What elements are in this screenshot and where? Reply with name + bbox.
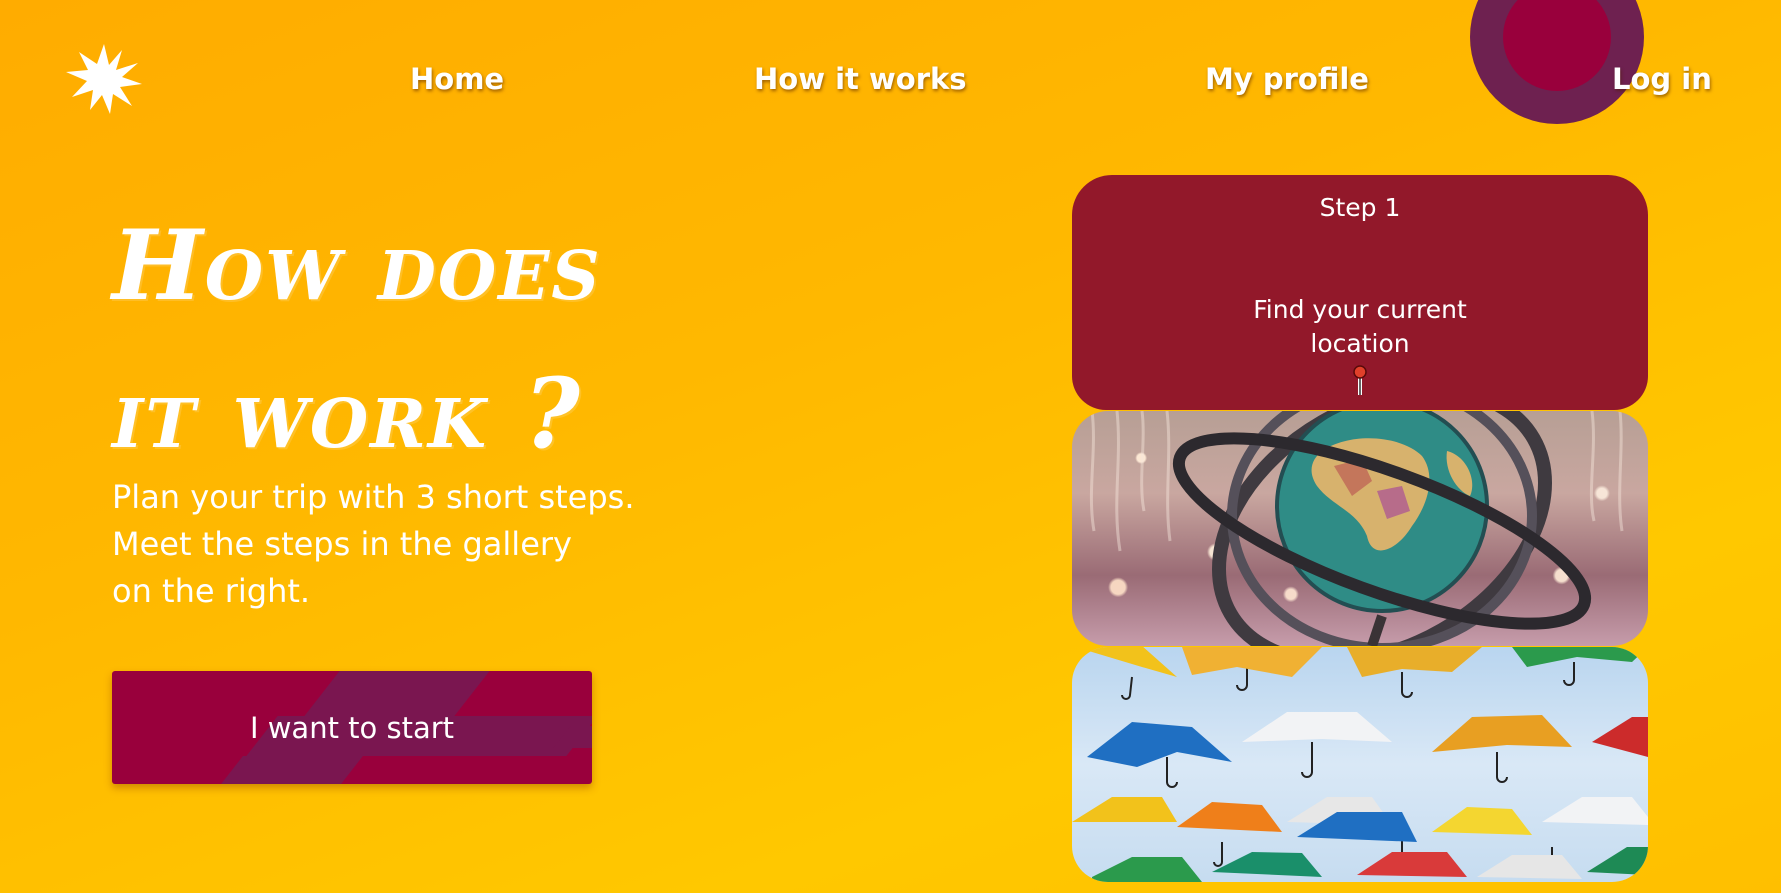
hero-description: Plan your trip with 3 short steps. Meet …: [112, 474, 635, 615]
sun-star-icon[interactable]: [66, 44, 142, 114]
nav-how-it-works-link[interactable]: How it works: [754, 62, 967, 96]
globe-illustration: [1089, 411, 1624, 646]
page-title: How does it work ?: [112, 192, 602, 488]
map-pin-icon: [1353, 365, 1367, 395]
hero-description-line-2: Meet the steps in the gallery: [112, 525, 572, 563]
globe-photo[interactable]: [1072, 411, 1648, 646]
page-title-line-1: How does: [112, 209, 602, 322]
step-card[interactable]: Step 1 Find your current location: [1072, 175, 1648, 410]
page-title-line-2: it work ?: [112, 357, 582, 470]
page: Home How it works My profile Log in How …: [0, 0, 1781, 893]
hero-description-line-3: on the right.: [112, 572, 311, 610]
hero-description-line-1: Plan your trip with 3 short steps.: [112, 478, 635, 516]
umbrellas-illustration: [1072, 647, 1648, 882]
nav-my-profile-link[interactable]: My profile: [1205, 62, 1369, 96]
umbrellas-photo[interactable]: [1072, 647, 1648, 882]
nav-log-in-link[interactable]: Log in: [1612, 62, 1712, 96]
button-stripe: [304, 671, 490, 716]
start-button[interactable]: I want to start: [112, 671, 592, 784]
start-button-label: I want to start: [249, 710, 455, 745]
step-description: Find your current location: [1072, 293, 1648, 361]
button-stripe: [221, 756, 363, 784]
step-description-line-1: Find your current: [1253, 295, 1467, 324]
step-title: Step 1: [1319, 193, 1401, 222]
step-description-line-2: location: [1310, 329, 1410, 358]
nav-home-link[interactable]: Home: [410, 62, 504, 96]
